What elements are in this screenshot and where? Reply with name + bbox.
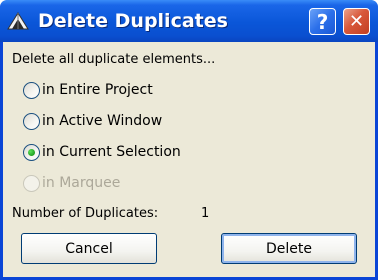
help-icon: ? [316, 9, 329, 34]
radio-entire-project[interactable]: in Entire Project [23, 79, 153, 101]
radio-button-checked[interactable] [23, 143, 40, 161]
close-button[interactable]: ✕ [343, 8, 370, 35]
radio-button[interactable] [23, 81, 40, 99]
title-bar[interactable]: Delete Duplicates ? ✕ [0, 0, 378, 42]
duplicates-app-icon [6, 11, 30, 31]
dialog-body: Delete all duplicate elements... in Enti… [3, 42, 375, 277]
radio-marquee: in Marquee [23, 172, 120, 194]
help-button[interactable]: ? [309, 8, 336, 35]
cancel-button-label: Cancel [65, 240, 113, 257]
delete-button[interactable]: Delete [221, 233, 357, 264]
duplicates-count-label: Number of Duplicates: [12, 206, 159, 221]
duplicates-count-value: 1 [201, 206, 210, 221]
dialog-window: Delete Duplicates ? ✕ Delete all duplica… [0, 0, 378, 280]
radio-current-selection[interactable]: in Current Selection [23, 141, 181, 163]
dialog-heading: Delete all duplicate elements... [12, 52, 216, 67]
radio-label: in Active Window [42, 113, 163, 129]
radio-label: in Current Selection [42, 144, 181, 160]
radio-button-disabled [23, 174, 40, 192]
window-title: Delete Duplicates [38, 10, 228, 32]
close-icon: ✕ [348, 11, 365, 32]
cancel-button[interactable]: Cancel [21, 233, 157, 264]
radio-label: in Entire Project [42, 82, 153, 98]
delete-button-label: Delete [266, 240, 312, 257]
radio-label: in Marquee [42, 175, 121, 191]
radio-active-window[interactable]: in Active Window [23, 110, 162, 132]
radio-button[interactable] [23, 112, 40, 130]
